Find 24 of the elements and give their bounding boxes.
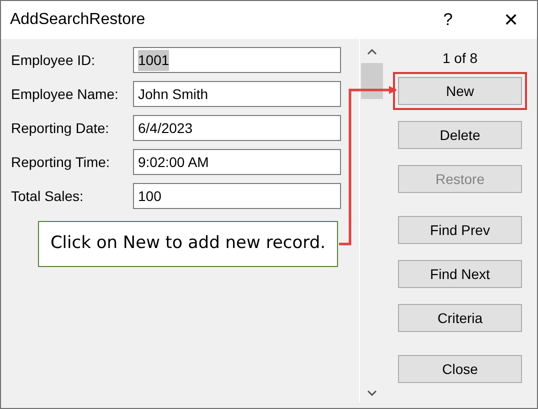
form-button[interactable]: Close [398,355,522,383]
scroll-down-icon[interactable] [366,390,376,396]
field-label: Total Sales: [11,186,84,206]
input-field[interactable]: 1001 [133,47,341,73]
form-button[interactable]: Find Next [398,260,522,288]
form-button[interactable]: Find Prev [398,216,522,244]
window-title: AddSearchRestore [10,10,146,30]
field-label: Reporting Time: [11,152,111,172]
input-field[interactable]: 9:02:00 AM [133,149,341,175]
close-button[interactable]: ✕ [491,6,531,34]
callout-box: Click on New to add new record. [38,221,338,267]
field-label: Employee ID: [11,50,96,70]
help-button[interactable]: ? [433,7,463,33]
record-counter: 1 of 8 [442,49,478,68]
input-field[interactable]: John Smith [133,81,341,107]
scroll-thumb[interactable] [360,63,382,99]
form-button[interactable]: Delete [398,121,522,149]
form-button[interactable]: New [398,77,522,105]
form-button[interactable]: Criteria [398,304,522,332]
field-label: Reporting Date: [11,118,110,138]
scroll-up-icon[interactable] [366,49,376,55]
input-field[interactable]: 6/4/2023 [133,115,341,141]
field-label: Employee Name: [11,84,120,104]
input-field[interactable]: 100 [133,183,341,209]
